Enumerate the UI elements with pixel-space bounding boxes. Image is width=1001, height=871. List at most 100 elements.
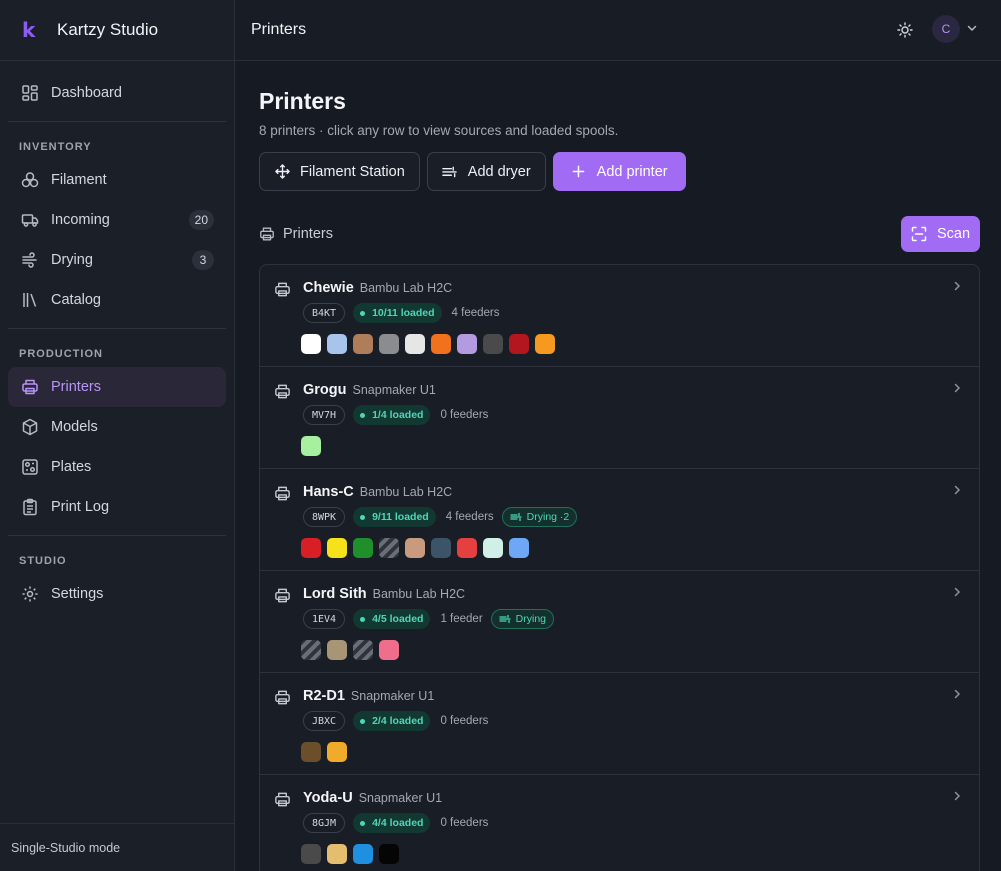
loaded-badge: 1/4 loaded (353, 405, 431, 425)
filament-swatch (405, 538, 425, 558)
sidebar-item-label: Print Log (51, 499, 110, 515)
sidebar-item-label: Printers (51, 379, 101, 395)
filament-swatch (483, 334, 503, 354)
sidebar: k Kartzy Studio Dashboard INVENTORY Fila… (0, 0, 235, 871)
sidebar-item-print-log[interactable]: Print Log (8, 487, 226, 527)
truck-icon (20, 210, 40, 230)
chevron-right-icon[interactable] (951, 381, 963, 393)
button-label: Add dryer (467, 163, 531, 180)
chevron-right-icon[interactable] (951, 789, 963, 801)
sidebar-item-plates[interactable]: Plates (8, 447, 226, 487)
sidebar-item-dashboard[interactable]: Dashboard (8, 73, 226, 113)
divider (8, 328, 226, 329)
printer-code: 1EV4 (303, 609, 346, 629)
section-heading-inventory: INVENTORY (19, 141, 92, 153)
feeders-count: 0 feeders (440, 409, 489, 421)
filament-station-button[interactable]: Filament Station (259, 152, 420, 191)
sidebar-item-label: Settings (51, 586, 104, 602)
filament-swatch (431, 538, 451, 558)
status-dot (360, 820, 366, 826)
page-subtitle: 8 printers · click any row to view sourc… (259, 123, 619, 138)
feeders-count: 4 feeders (445, 511, 494, 523)
printer-icon (274, 383, 291, 400)
filament-swatch (509, 334, 529, 354)
dashboard-icon (20, 83, 40, 103)
page-title: Printers (259, 88, 346, 114)
theme-toggle-icon[interactable] (894, 19, 916, 41)
add-dryer-button[interactable]: Add dryer (426, 152, 546, 191)
spool-swatches (301, 640, 399, 660)
chevron-right-icon[interactable] (951, 483, 963, 495)
printer-meta: MV7H 1/4 loaded 0 feeders (303, 405, 488, 425)
sidebar-item-label: Drying (51, 252, 93, 268)
chevron-right-icon[interactable] (951, 585, 963, 597)
filament-swatch (353, 334, 373, 354)
filament-swatch (301, 538, 321, 558)
filament-swatch (353, 538, 373, 558)
printer-code: 8GJM (303, 813, 346, 833)
printer-icon (274, 689, 291, 706)
printer-name: Lord Sith (303, 586, 367, 602)
chevron-right-icon[interactable] (951, 279, 963, 291)
cube-icon (20, 417, 40, 437)
sidebar-item-printers[interactable]: Printers (8, 367, 226, 407)
sidebar-item-settings[interactable]: Settings (8, 574, 226, 614)
sidebar-nav: Dashboard INVENTORY Filament Incoming 20… (0, 61, 234, 614)
filament-swatch (301, 640, 321, 660)
printer-model: Snapmaker U1 (350, 689, 435, 703)
printer-row[interactable]: R2-D1 Snapmaker U1 JBXC 2/4 loaded 0 feed… (260, 673, 979, 775)
spool-swatches (301, 742, 347, 762)
chevron-right-icon[interactable] (951, 687, 963, 699)
printer-row[interactable]: Lord Sith Bambu Lab H2C 1EV4 4/5 loaded 1… (260, 571, 979, 673)
printers-section-header: Printers Scan (259, 216, 980, 252)
sidebar-item-incoming[interactable]: Incoming 20 (8, 200, 226, 240)
section-heading-production: PRODUCTION (19, 348, 103, 360)
printer-icon (274, 791, 291, 808)
printer-name: Chewie (303, 280, 354, 296)
loaded-badge: 10/11 loaded (353, 303, 442, 323)
filament-swatch (509, 538, 529, 558)
button-label: Add printer (596, 163, 668, 180)
sidebar-item-models[interactable]: Models (8, 407, 226, 447)
printer-row[interactable]: Chewie Bambu Lab H2C B4KT 10/11 loaded 4 … (260, 265, 979, 367)
feeders-count: 1 feeder (440, 613, 483, 625)
filament-swatch (535, 334, 555, 354)
avatar[interactable]: C (932, 15, 960, 43)
filament-swatch (379, 334, 399, 354)
filament-swatch (353, 640, 373, 660)
filament-swatch (379, 538, 399, 558)
scan-button[interactable]: Scan (901, 216, 980, 252)
filament-swatch (327, 844, 347, 864)
printer-name: Hans-C (303, 484, 354, 500)
printer-name: R2-D1 (303, 688, 345, 704)
status-dot (360, 718, 366, 724)
sidebar-item-drying[interactable]: Drying 3 (8, 240, 226, 280)
add-printer-button[interactable]: Add printer (552, 152, 686, 191)
dryer-icon (499, 614, 511, 624)
printer-row[interactable]: Grogu Snapmaker U1 MV7H 1/4 loaded 0 feed… (260, 367, 979, 469)
printer-row[interactable]: Yoda-U Snapmaker U1 8GJM 4/4 loaded 0 fee… (260, 775, 979, 871)
filament-swatch (405, 334, 425, 354)
printer-code: B4KT (303, 303, 346, 323)
scan-icon (911, 226, 927, 242)
filament-icon (20, 170, 40, 190)
sidebar-item-filament[interactable]: Filament (8, 160, 226, 200)
action-bar: Filament Station Add dryer Add printer (259, 152, 980, 191)
filament-swatch (353, 844, 373, 864)
loaded-label: 4/5 loaded (372, 613, 424, 625)
app-name: Kartzy Studio (57, 20, 159, 39)
loaded-label: 4/4 loaded (372, 817, 424, 829)
printer-model: Bambu Lab H2C (359, 281, 453, 295)
brand[interactable]: k Kartzy Studio (0, 0, 234, 61)
mode-indicator: Single-Studio mode (0, 823, 234, 871)
section-label: Printers (283, 226, 333, 242)
drying-badge: Drying ·2 (501, 507, 578, 527)
printer-icon (274, 587, 291, 604)
filament-swatch (457, 334, 477, 354)
drying-badge: Drying (490, 609, 554, 629)
printer-model: Bambu Lab H2C (372, 587, 466, 601)
printer-row[interactable]: Hans-C Bambu Lab H2C 8WPK 9/11 loaded 4 f… (260, 469, 979, 571)
feeders-count: 0 feeders (440, 817, 489, 829)
sidebar-item-catalog[interactable]: Catalog (8, 280, 226, 320)
chevron-down-icon[interactable] (965, 21, 979, 35)
